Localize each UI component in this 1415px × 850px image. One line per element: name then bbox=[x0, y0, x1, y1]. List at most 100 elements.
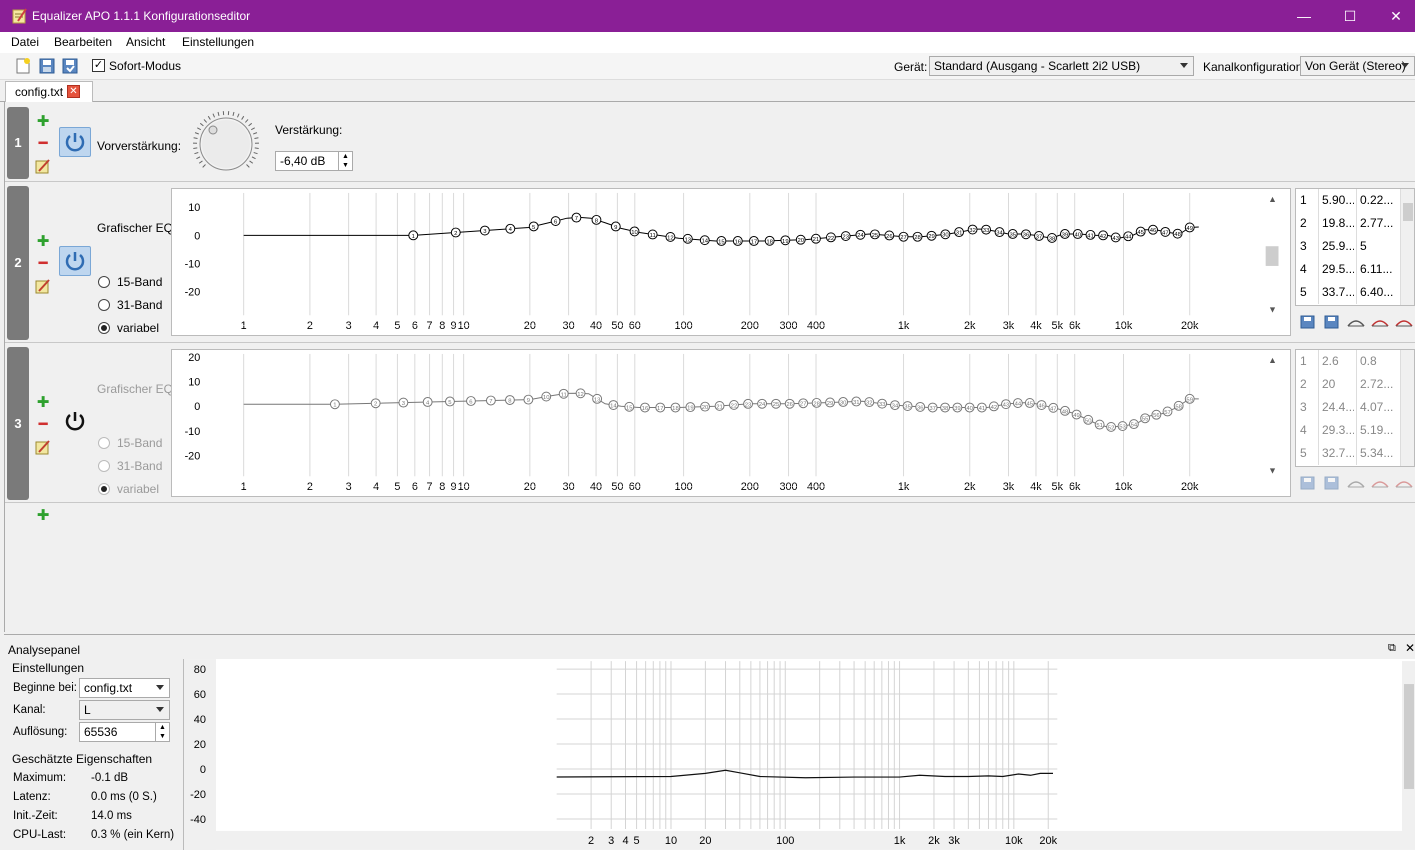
menu-datei[interactable]: Datei bbox=[11, 35, 39, 49]
add-filter-icon[interactable]: ✚ bbox=[36, 235, 50, 249]
invert-icon[interactable] bbox=[1347, 314, 1365, 330]
invert-icon[interactable] bbox=[1347, 475, 1365, 491]
eq-control-point-label: 13 bbox=[594, 397, 601, 403]
prop-cpu-label: CPU-Last: bbox=[13, 829, 66, 841]
table-scrollbar[interactable] bbox=[1400, 189, 1414, 305]
table-row[interactable]: 429.3...5.19... bbox=[1296, 419, 1400, 442]
radio-variable[interactable] bbox=[98, 322, 110, 334]
new-file-icon[interactable] bbox=[14, 57, 32, 75]
normalize-icon[interactable] bbox=[1371, 314, 1389, 330]
undock-icon[interactable]: ⧉ bbox=[1388, 642, 1396, 655]
scroll-thumb[interactable] bbox=[1266, 246, 1279, 266]
add-filter-icon[interactable]: ✚ bbox=[36, 509, 50, 523]
import-table-icon[interactable] bbox=[1323, 314, 1341, 330]
power-toggle-button[interactable] bbox=[59, 407, 91, 437]
normalize-icon[interactable] bbox=[1371, 475, 1389, 491]
table-row[interactable]: 2202.72... bbox=[1296, 373, 1400, 396]
filter-number[interactable]: 2 bbox=[7, 186, 29, 340]
knob-tick bbox=[255, 148, 259, 149]
eq-graph-2[interactable]: 100-10-201234567891020304050601002003004… bbox=[171, 188, 1291, 336]
radio-31-band[interactable] bbox=[98, 299, 110, 311]
eq-table-2[interactable]: 15.90...0.22...219.8...2.77...325.9...54… bbox=[1295, 188, 1415, 306]
eq-control-point-label: 26 bbox=[886, 234, 893, 240]
radio-15-band[interactable] bbox=[98, 437, 110, 449]
resolution-spinbox[interactable]: 65536 ▲▼ bbox=[79, 722, 170, 742]
spin-arrows-icon[interactable]: ▲▼ bbox=[155, 723, 169, 741]
knob-tick bbox=[195, 133, 199, 134]
close-button[interactable]: ✕ bbox=[1373, 0, 1415, 32]
table-row[interactable]: 533.7...6.40... bbox=[1296, 281, 1400, 304]
table-row[interactable]: 324.4...4.07... bbox=[1296, 396, 1400, 419]
reset-icon[interactable] bbox=[1395, 314, 1413, 330]
table-scrollbar[interactable] bbox=[1400, 350, 1414, 466]
edit-filter-icon[interactable] bbox=[35, 158, 51, 174]
close-panel-icon[interactable]: ✕ bbox=[1405, 641, 1415, 655]
menu-ansicht[interactable]: Ansicht bbox=[126, 35, 165, 49]
scroll-up-icon[interactable]: ▲ bbox=[1268, 194, 1277, 204]
y-tick-label: 0 bbox=[200, 764, 206, 776]
radio-31-band[interactable] bbox=[98, 460, 110, 472]
filter-number[interactable]: 1 bbox=[7, 107, 29, 179]
x-tick-label: 4 bbox=[373, 320, 379, 332]
close-tab-icon[interactable]: ✕ bbox=[67, 85, 80, 98]
spin-arrows-icon[interactable]: ▲▼ bbox=[338, 152, 352, 170]
x-tick-label: 1k bbox=[894, 835, 906, 847]
preamp-knob[interactable] bbox=[191, 109, 261, 179]
remove-filter-icon[interactable]: ━ bbox=[36, 418, 50, 432]
eq-control-point-label: 33 bbox=[983, 228, 990, 234]
edit-filter-icon[interactable] bbox=[35, 278, 51, 294]
add-filter-icon[interactable]: ✚ bbox=[36, 115, 50, 129]
remove-filter-icon[interactable]: ━ bbox=[36, 137, 50, 151]
table-row[interactable]: 532.7...5.34... bbox=[1296, 442, 1400, 465]
scroll-thumb[interactable] bbox=[1403, 203, 1413, 221]
filter-number[interactable]: 3 bbox=[7, 347, 29, 500]
table-row[interactable]: 325.9...5 bbox=[1296, 235, 1400, 258]
x-tick-label: 400 bbox=[807, 320, 825, 332]
table-row[interactable]: 12.60.8 bbox=[1296, 350, 1400, 373]
scroll-down-icon[interactable]: ▼ bbox=[1268, 304, 1277, 314]
eq-graph-3[interactable]: 20100-10-2012345678910203040506010020030… bbox=[171, 349, 1291, 497]
gain-spinbox[interactable]: -6,40 dB ▲▼ bbox=[275, 151, 353, 171]
eq-control-point-label: 27 bbox=[800, 402, 807, 408]
table-row[interactable]: 15.90...0.22... bbox=[1296, 189, 1400, 212]
scroll-thumb[interactable] bbox=[1404, 684, 1414, 789]
eq-control-point-label: 19 bbox=[687, 406, 694, 412]
table-row[interactable]: 219.8...2.77... bbox=[1296, 212, 1400, 235]
start-select[interactable]: config.txt bbox=[79, 678, 170, 698]
x-tick-label: 300 bbox=[779, 320, 797, 332]
menu-einstellungen[interactable]: Einstellungen bbox=[182, 35, 254, 49]
eq-control-point-label: 15 bbox=[626, 405, 633, 411]
save-table-icon[interactable] bbox=[1299, 475, 1317, 491]
remove-filter-icon[interactable]: ━ bbox=[36, 257, 50, 271]
minimize-button[interactable]: — bbox=[1281, 0, 1327, 32]
scroll-up-icon[interactable]: ▲ bbox=[1268, 355, 1277, 365]
table-row[interactable]: 429.5...6.11... bbox=[1296, 258, 1400, 281]
add-filter-icon[interactable]: ✚ bbox=[36, 396, 50, 410]
instant-mode-checkbox[interactable]: ✓ bbox=[92, 59, 105, 72]
eq-control-point-label: 14 bbox=[701, 239, 708, 245]
channel-select[interactable]: L bbox=[79, 700, 170, 720]
power-toggle-button[interactable] bbox=[59, 127, 91, 157]
channel-config-select[interactable]: Von Gerät (Stereo) bbox=[1300, 56, 1415, 76]
eq-control-point-label: 43 bbox=[1003, 403, 1010, 409]
knob-tick bbox=[200, 123, 203, 126]
analysis-graph[interactable]: 806040200-20-40806040200-20-402345102010… bbox=[183, 659, 1415, 850]
device-select[interactable]: Standard (Ausgang - Scarlett 2i2 USB) bbox=[929, 56, 1194, 76]
eq-table-3[interactable]: 12.60.82202.72...324.4...4.07...429.3...… bbox=[1295, 349, 1415, 467]
import-table-icon[interactable] bbox=[1323, 475, 1341, 491]
save-file-icon[interactable] bbox=[61, 57, 79, 75]
edit-filter-icon[interactable] bbox=[35, 439, 51, 455]
menu-bearbeiten[interactable]: Bearbeiten bbox=[54, 35, 112, 49]
radio-variable[interactable] bbox=[98, 483, 110, 495]
power-toggle-button[interactable] bbox=[59, 246, 91, 276]
radio-15-band[interactable] bbox=[98, 276, 110, 288]
eq-control-point-label: 37 bbox=[929, 406, 936, 412]
scroll-down-icon[interactable]: ▼ bbox=[1268, 465, 1277, 475]
table-cell: 2 bbox=[1300, 373, 1318, 396]
reset-icon[interactable] bbox=[1395, 475, 1413, 491]
eq-control-point-label: 30 bbox=[942, 233, 949, 239]
open-file-icon[interactable] bbox=[38, 57, 56, 75]
maximize-button[interactable]: ☐ bbox=[1327, 0, 1373, 32]
save-table-icon[interactable] bbox=[1299, 314, 1317, 330]
tab-config-txt[interactable]: config.txt ✕ bbox=[5, 81, 93, 102]
